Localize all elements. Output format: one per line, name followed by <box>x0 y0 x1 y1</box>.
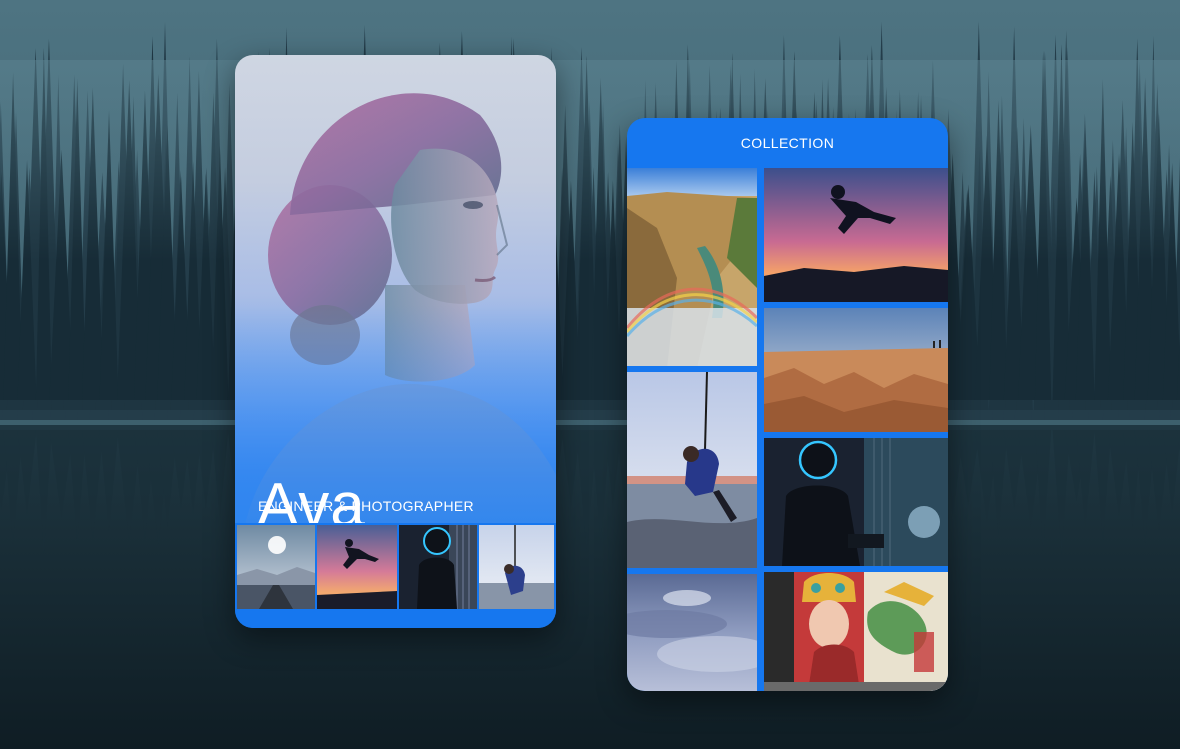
portrait-image <box>235 93 556 525</box>
desert-canyon-photo <box>764 308 948 432</box>
thumbnail-helmet[interactable] <box>399 525 477 609</box>
jumping-silhouette-photo <box>317 525 397 609</box>
thumbnail-swing[interactable] <box>479 525 554 609</box>
helmet-rider-photo <box>399 525 477 609</box>
street-mural-photo <box>764 572 948 691</box>
thumbnail-jump[interactable] <box>317 525 397 609</box>
jumping-silhouette-photo <box>764 168 948 302</box>
profile-role: ENGINEER & PHOTOGRAPHER <box>258 498 474 514</box>
collection-photo-swing[interactable] <box>627 372 757 568</box>
collection-photo-desert[interactable] <box>764 308 948 432</box>
helmet-rider-photo <box>764 438 948 566</box>
rope-swing-photo <box>479 525 554 609</box>
road-landscape-photo <box>237 525 315 609</box>
profile-card: Ava ENGINEER & PHOTOGRAPHER <box>235 55 556 628</box>
collection-photo-clouds[interactable] <box>627 574 757 691</box>
collection-photo-mural[interactable] <box>764 572 948 691</box>
collection-photo-jump[interactable] <box>764 168 948 302</box>
thumbnail-strip <box>235 523 556 628</box>
rope-swing-photo <box>627 372 757 568</box>
collection-title: COLLECTION <box>740 135 835 151</box>
collection-photo-helmet[interactable] <box>764 438 948 566</box>
thumbnail-road[interactable] <box>237 525 315 609</box>
collection-card: COLLECTION <box>627 118 948 691</box>
collection-photo-canyon[interactable] <box>627 168 757 366</box>
canyon-waterfall-photo <box>627 168 757 366</box>
forest-lake-background <box>0 0 1180 749</box>
cloudy-sky-photo <box>627 574 757 691</box>
